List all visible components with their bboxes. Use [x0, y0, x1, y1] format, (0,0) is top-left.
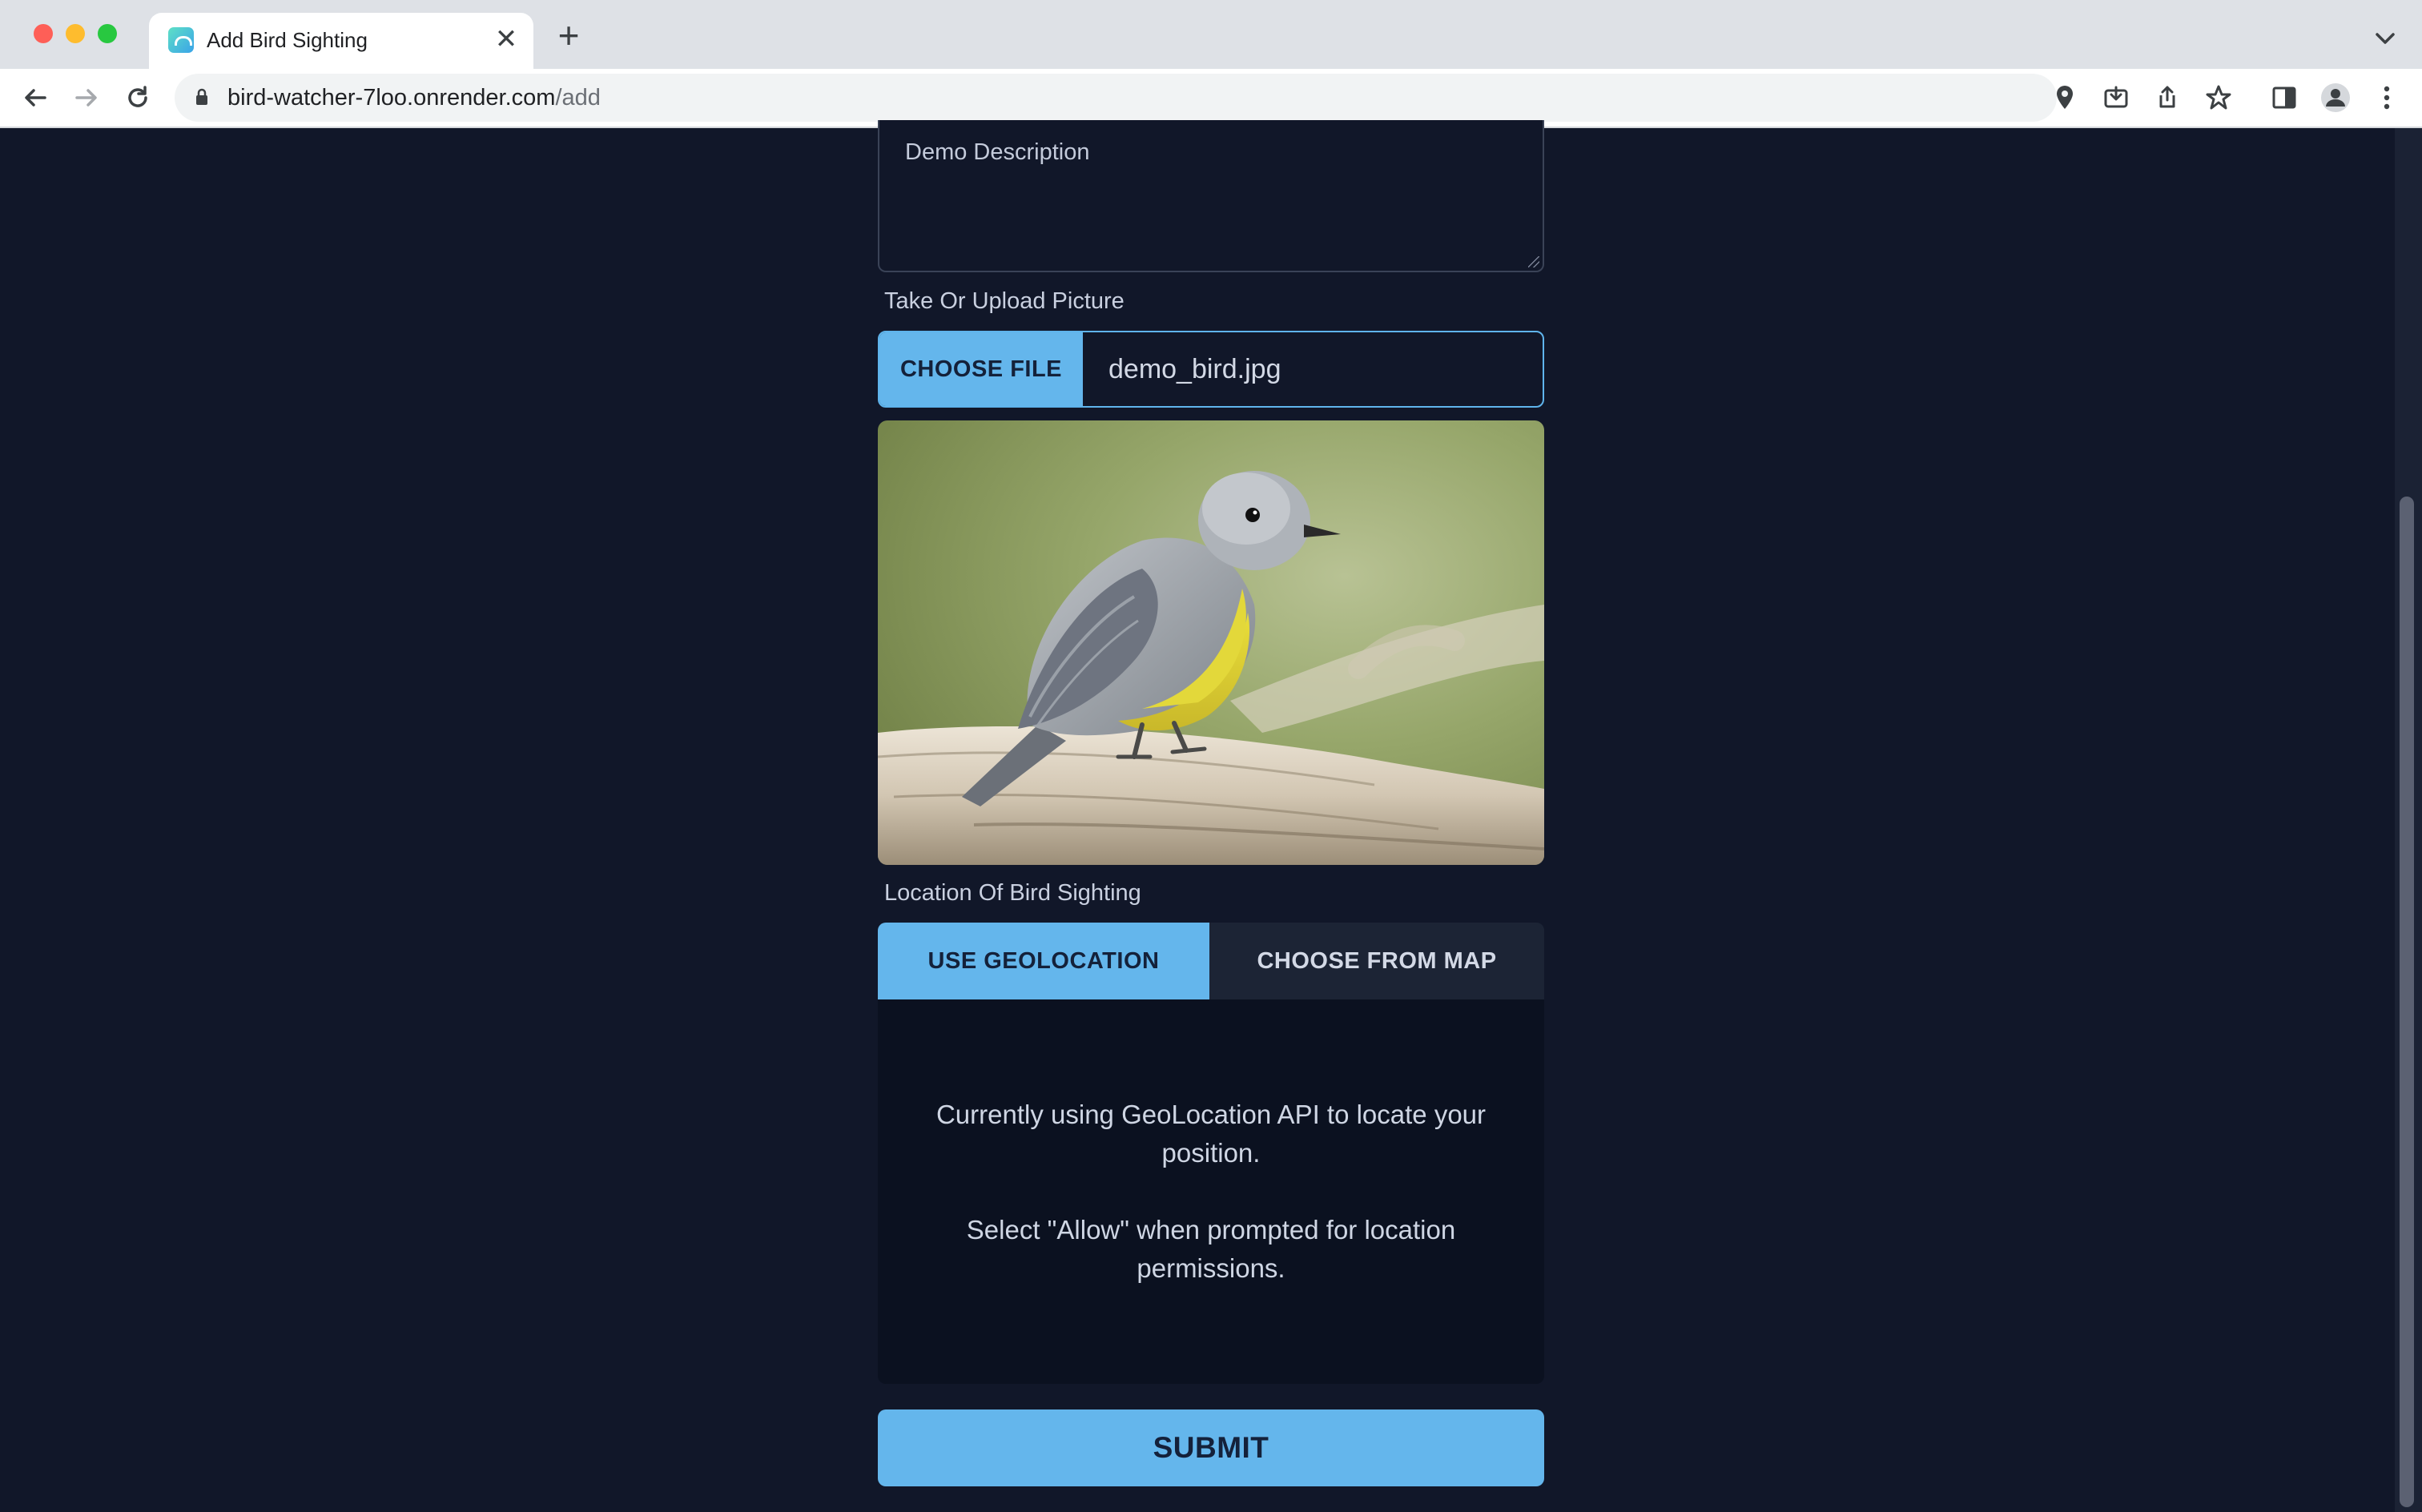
location-pin-icon[interactable] — [2046, 78, 2084, 117]
forward-arrow-icon[interactable] — [67, 78, 106, 117]
location-label: Location Of Bird Sighting — [884, 880, 1141, 906]
url-path: /add — [555, 85, 601, 111]
favicon-icon — [168, 27, 194, 53]
location-mode-toggle: USE GEOLOCATION CHOOSE FROM MAP — [878, 923, 1544, 999]
permission-message: Select "Allow" when prompted for locatio… — [966, 1215, 1456, 1283]
scrollbar-thumb[interactable] — [2400, 497, 2414, 1507]
file-name: demo_bird.jpg — [1108, 353, 1281, 384]
geolocation-message: Currently using GeoLocation API to locat… — [935, 1100, 1487, 1168]
choose-from-map-button[interactable]: CHOOSE FROM MAP — [1209, 923, 1544, 999]
resize-handle[interactable] — [1528, 256, 1539, 267]
bird-photo — [878, 420, 1544, 865]
url-host: bird-watcher-7loo.onrender.com — [227, 85, 556, 111]
bird-photo-preview — [878, 420, 1544, 865]
star-icon[interactable] — [2199, 78, 2238, 117]
description-textarea[interactable]: Demo Description — [878, 120, 1544, 272]
minimize-window-button[interactable] — [66, 24, 85, 43]
browser-tab-strip: Add Bird Sighting ✕ + — [0, 0, 2422, 69]
file-input[interactable]: CHOOSE FILE demo_bird.jpg — [878, 331, 1544, 408]
share-icon[interactable] — [2148, 78, 2187, 117]
profile-icon[interactable] — [2316, 78, 2355, 117]
use-geolocation-button[interactable]: USE GEOLOCATION — [878, 923, 1209, 999]
install-app-icon[interactable] — [2097, 78, 2135, 117]
choose-file-button[interactable]: CHOOSE FILE — [879, 332, 1083, 406]
description-value: Demo Description — [905, 139, 1090, 165]
picture-label: Take Or Upload Picture — [884, 288, 1124, 314]
maximize-window-button[interactable] — [98, 24, 117, 43]
reload-icon[interactable] — [119, 78, 157, 117]
back-arrow-icon[interactable] — [16, 78, 54, 117]
close-icon[interactable]: ✕ — [490, 24, 522, 56]
close-window-button[interactable] — [34, 24, 53, 43]
plus-icon[interactable]: + — [551, 17, 586, 54]
more-vert-icon[interactable] — [2368, 78, 2406, 117]
active-tab[interactable]: Add Bird Sighting ✕ — [149, 13, 533, 69]
tab-title: Add Bird Sighting — [207, 28, 368, 52]
browser-toolbar: bird-watcher-7loo.onrender.com/add — [0, 69, 2422, 128]
url-text: bird-watcher-7loo.onrender.com/add — [227, 84, 601, 111]
geolocation-panel: Currently using GeoLocation API to locat… — [878, 999, 1544, 1384]
side-panel-icon[interactable] — [2265, 78, 2303, 117]
lock-icon[interactable] — [195, 88, 208, 106]
submit-button[interactable]: SUBMIT — [878, 1409, 1544, 1486]
address-bar[interactable]: bird-watcher-7loo.onrender.com/add — [175, 74, 2073, 122]
chevron-down-icon[interactable] — [2369, 22, 2401, 54]
